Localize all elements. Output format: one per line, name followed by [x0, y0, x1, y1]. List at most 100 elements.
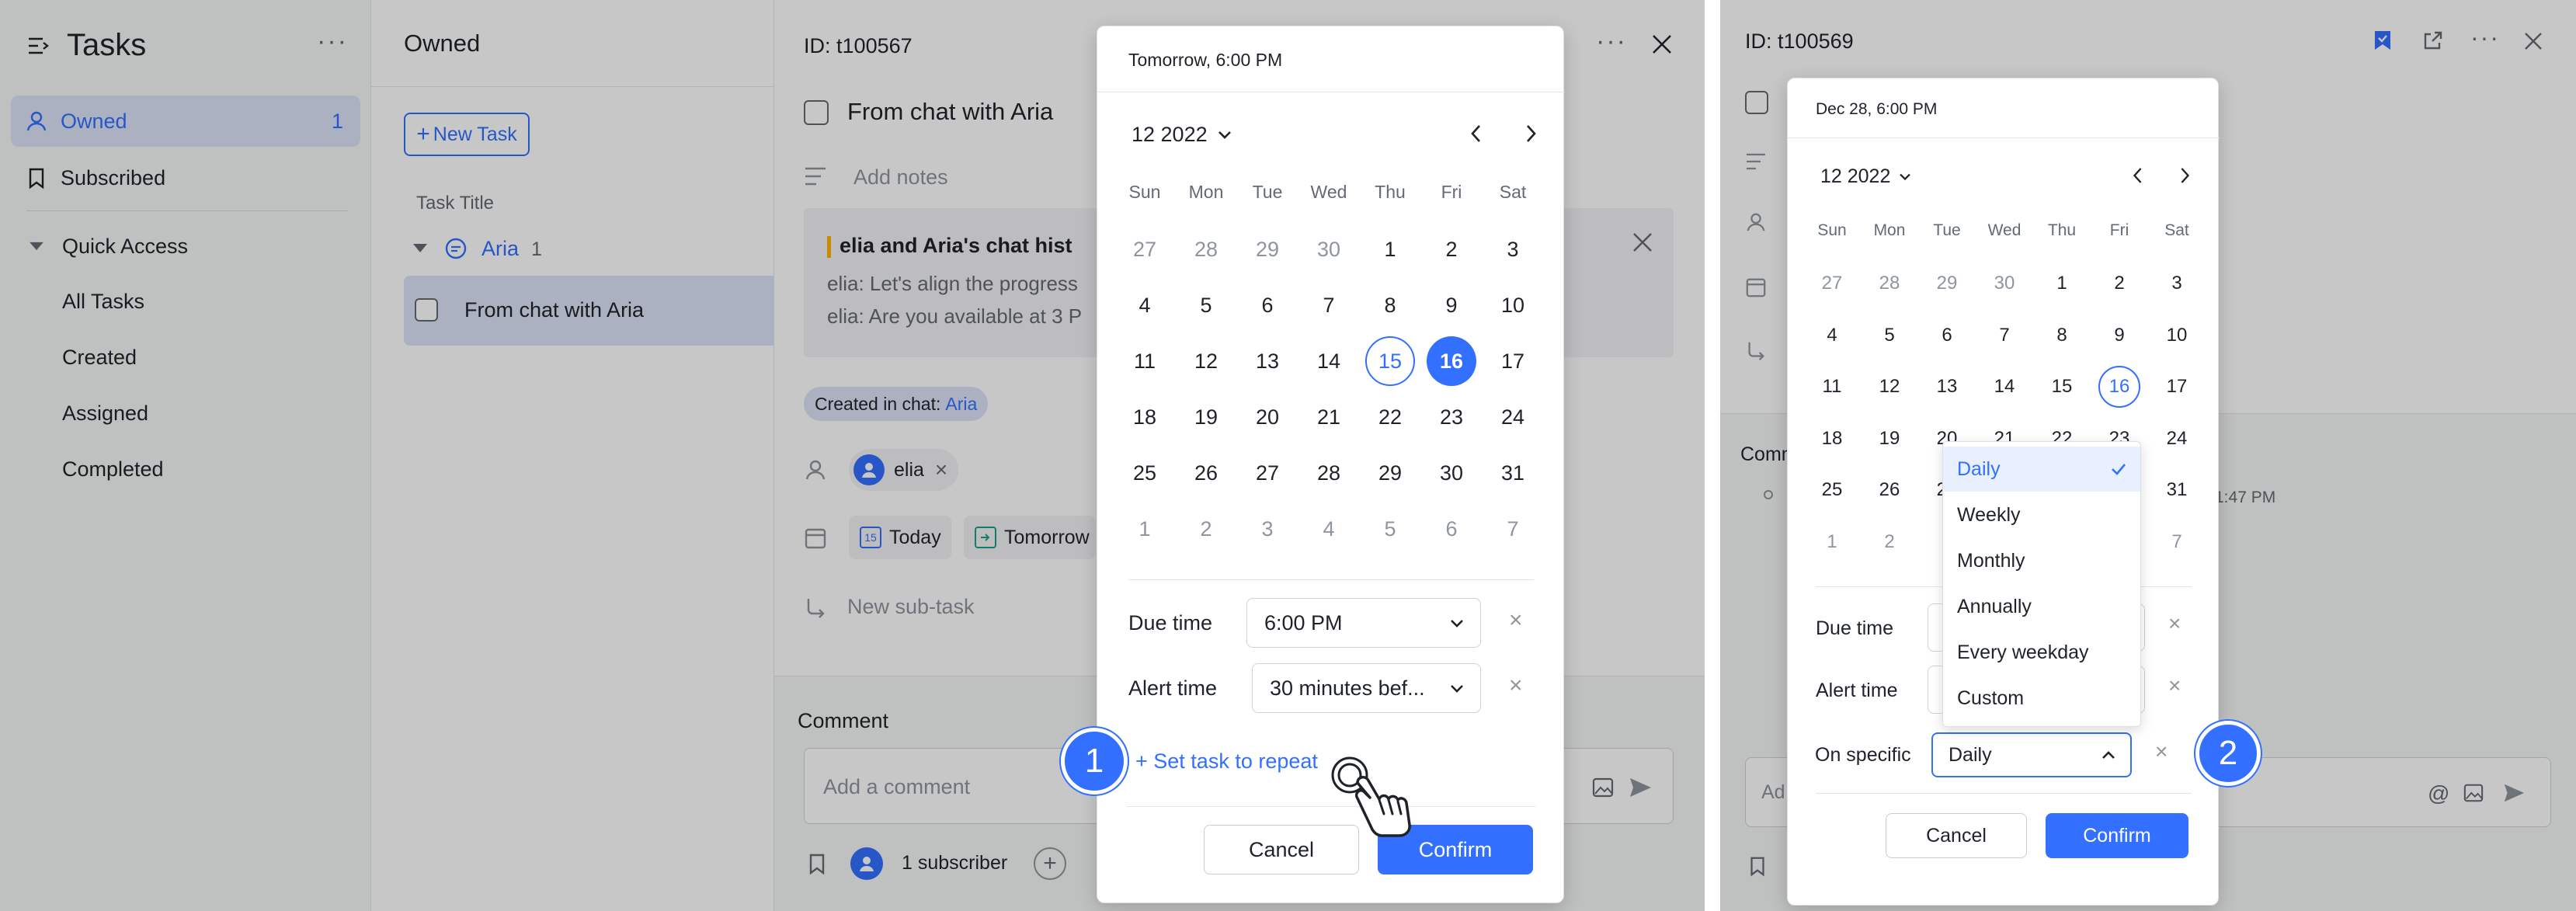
- alert-time-select[interactable]: 30 minutes bef...: [1252, 663, 1481, 713]
- calendar-day[interactable]: 12: [1181, 336, 1231, 386]
- clear-due-time-icon[interactable]: ×: [2168, 611, 2181, 636]
- calendar-day[interactable]: 4: [1811, 315, 1853, 356]
- clear-alert-time-icon[interactable]: ×: [2168, 673, 2181, 698]
- calendar-day[interactable]: 20: [1243, 392, 1292, 442]
- calendar-day[interactable]: 11: [1811, 366, 1853, 408]
- calendar-day[interactable]: 10: [1488, 280, 1538, 330]
- calendar-day[interactable]: 28: [1304, 448, 1354, 498]
- calendar-day[interactable]: 15: [1365, 336, 1415, 386]
- calendar-day[interactable]: 2: [1427, 224, 1476, 274]
- calendar-day[interactable]: 16: [2098, 366, 2140, 408]
- calendar-day[interactable]: 26: [1181, 448, 1231, 498]
- calendar-day[interactable]: 13: [1926, 366, 1968, 408]
- calendar-day[interactable]: 1: [1365, 224, 1415, 274]
- prev-month-icon[interactable]: [1469, 123, 1484, 144]
- clear-alert-time-icon[interactable]: ×: [1509, 673, 1523, 699]
- next-month-icon[interactable]: [1523, 123, 1538, 144]
- calendar-day[interactable]: 6: [1243, 280, 1292, 330]
- calendar-day[interactable]: 27: [1120, 224, 1170, 274]
- repeat-option-daily[interactable]: Daily: [1943, 447, 2140, 492]
- cancel-button[interactable]: Cancel: [1886, 813, 2027, 858]
- repeat-option-custom[interactable]: Custom: [1943, 676, 2140, 721]
- month-selector[interactable]: 12 2022: [1132, 123, 1232, 147]
- calendar-day[interactable]: 19: [1181, 392, 1231, 442]
- calendar-day[interactable]: 21: [1304, 392, 1354, 442]
- calendar-day[interactable]: 24: [2156, 418, 2198, 460]
- calendar-day[interactable]: 25: [1811, 469, 1853, 511]
- calendar-day[interactable]: 10: [2156, 315, 2198, 356]
- calendar-day[interactable]: 7: [1488, 504, 1538, 554]
- calendar-day[interactable]: 24: [1488, 392, 1538, 442]
- calendar-day[interactable]: 7: [1304, 280, 1354, 330]
- set-repeat-button[interactable]: + Set task to repeat: [1125, 736, 1344, 786]
- repeat-option-annually[interactable]: Annually: [1943, 584, 2140, 629]
- calendar-day[interactable]: 4: [1120, 280, 1170, 330]
- month-selector[interactable]: 12 2022: [1820, 165, 1912, 188]
- calendar-day[interactable]: 6: [1926, 315, 1968, 356]
- repeat-option-monthly[interactable]: Monthly: [1943, 538, 2140, 583]
- calendar-day[interactable]: 11: [1120, 336, 1170, 386]
- calendar-day[interactable]: 29: [1243, 224, 1292, 274]
- confirm-button[interactable]: Confirm: [2046, 813, 2188, 858]
- calendar-day[interactable]: 16: [1427, 336, 1476, 386]
- calendar-day[interactable]: 3: [1488, 224, 1538, 274]
- calendar-day[interactable]: 2: [1869, 521, 1910, 563]
- calendar-day[interactable]: 30: [1427, 448, 1476, 498]
- calendar-day[interactable]: 26: [1869, 469, 1910, 511]
- calendar-day[interactable]: 17: [1488, 336, 1538, 386]
- calendar-day[interactable]: 5: [1181, 280, 1231, 330]
- calendar-day[interactable]: 14: [1304, 336, 1354, 386]
- calendar-day[interactable]: 6: [1427, 504, 1476, 554]
- calendar-day[interactable]: 15: [2041, 366, 2083, 408]
- calendar-day[interactable]: 8: [2041, 315, 2083, 356]
- calendar-day[interactable]: 7: [2156, 521, 2198, 563]
- check-icon: [2112, 464, 2126, 475]
- calendar-day[interactable]: 14: [1983, 366, 2025, 408]
- calendar-day[interactable]: 9: [2098, 315, 2140, 356]
- due-time-select[interactable]: 6:00 PM: [1246, 598, 1481, 648]
- calendar-day[interactable]: 9: [1427, 280, 1476, 330]
- calendar-day[interactable]: 18: [1120, 392, 1170, 442]
- calendar-day[interactable]: 31: [1488, 448, 1538, 498]
- calendar-day[interactable]: 25: [1120, 448, 1170, 498]
- repeat-option-every-weekday[interactable]: Every weekday: [1943, 630, 2140, 675]
- repeat-select[interactable]: Daily: [1931, 732, 2132, 777]
- calendar-day[interactable]: 29: [1365, 448, 1415, 498]
- calendar-day[interactable]: 30: [1304, 224, 1354, 274]
- calendar-day[interactable]: 18: [1811, 418, 1853, 460]
- calendar-day[interactable]: 1: [1120, 504, 1170, 554]
- clear-due-time-icon[interactable]: ×: [1509, 607, 1523, 634]
- calendar-day[interactable]: 23: [1427, 392, 1476, 442]
- calendar-day[interactable]: 3: [2156, 263, 2198, 304]
- calendar-day[interactable]: 19: [1869, 418, 1910, 460]
- calendar-day[interactable]: 17: [2156, 366, 2198, 408]
- clear-repeat-icon[interactable]: ×: [2155, 739, 2168, 764]
- calendar-day[interactable]: 8: [1365, 280, 1415, 330]
- due-time-label: Due time: [1816, 617, 1894, 639]
- calendar-day[interactable]: 2: [1181, 504, 1231, 554]
- calendar-day[interactable]: 5: [1869, 315, 1910, 356]
- calendar-day[interactable]: 4: [1304, 504, 1354, 554]
- calendar-day[interactable]: 29: [1926, 263, 1968, 304]
- calendar-day[interactable]: 28: [1869, 263, 1910, 304]
- prev-month-icon[interactable]: [2131, 165, 2145, 186]
- calendar-day[interactable]: 1: [1811, 521, 1853, 563]
- repeat-value: Daily: [1949, 743, 1992, 766]
- calendar-day[interactable]: 1: [2041, 263, 2083, 304]
- repeat-option-weekly[interactable]: Weekly: [1943, 492, 2140, 537]
- chevron-down-icon: [1451, 685, 1463, 693]
- calendar-day[interactable]: 5: [1365, 504, 1415, 554]
- next-month-icon[interactable]: [2178, 165, 2192, 186]
- calendar-day[interactable]: 27: [1243, 448, 1292, 498]
- calendar-day[interactable]: 2: [2098, 263, 2140, 304]
- calendar-day[interactable]: 22: [1365, 392, 1415, 442]
- calendar-day[interactable]: 30: [1983, 263, 2025, 304]
- calendar-day[interactable]: 13: [1243, 336, 1292, 386]
- weekday-label: Mon: [1188, 182, 1224, 202]
- calendar-day[interactable]: 7: [1983, 315, 2025, 356]
- calendar-day[interactable]: 3: [1243, 504, 1292, 554]
- calendar-day[interactable]: 28: [1181, 224, 1231, 274]
- calendar-day[interactable]: 12: [1869, 366, 1910, 408]
- calendar-day[interactable]: 31: [2156, 469, 2198, 511]
- calendar-day[interactable]: 27: [1811, 263, 1853, 304]
